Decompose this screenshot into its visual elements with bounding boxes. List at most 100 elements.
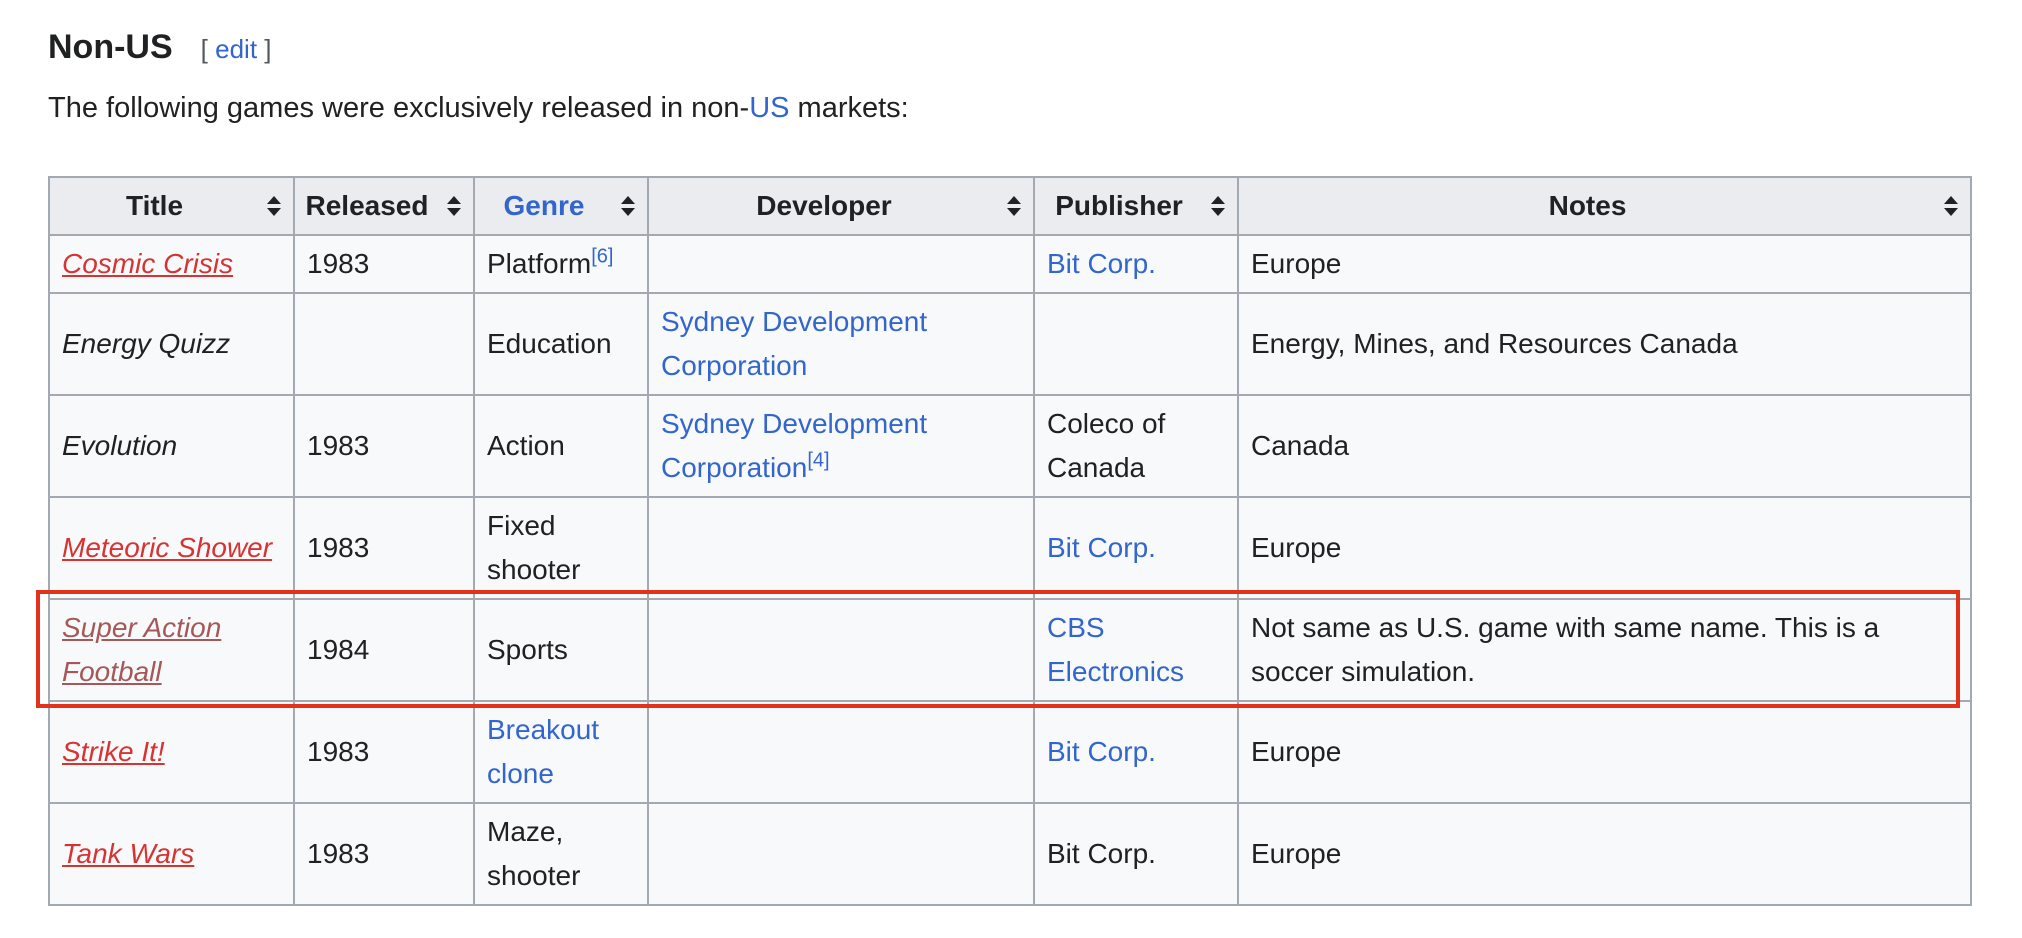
header-label: Notes bbox=[1548, 190, 1627, 221]
developer-link[interactable]: Sydney Development Corporation bbox=[661, 306, 927, 381]
article-section: Non-US [ edit ] The following games were… bbox=[0, 0, 2022, 938]
publisher-link[interactable]: Bit Corp. bbox=[1047, 532, 1156, 563]
reference-link[interactable]: [6] bbox=[591, 246, 613, 268]
title-link[interactable]: Cosmic Crisis bbox=[62, 248, 233, 279]
reference-link[interactable]: [4] bbox=[807, 450, 829, 472]
edit-bracket-open: [ bbox=[200, 34, 208, 64]
cell-released: 1983 bbox=[293, 394, 475, 498]
column-header-publisher[interactable]: Publisher bbox=[1033, 176, 1239, 236]
cell-developer: Sydney Development Corporation[4] bbox=[647, 394, 1035, 498]
genre-text: Action bbox=[487, 430, 565, 461]
cell-released: 1983 bbox=[293, 802, 475, 906]
edit-section: [ edit ] bbox=[201, 34, 272, 65]
column-header-released[interactable]: Released bbox=[293, 176, 475, 236]
publisher-link[interactable]: Bit Corp. bbox=[1047, 248, 1156, 279]
cell-genre: Platform[6] bbox=[473, 234, 649, 294]
cell-notes: Canada bbox=[1237, 394, 1972, 498]
genre-text: Fixed shooter bbox=[487, 510, 581, 585]
edit-link[interactable]: edit bbox=[215, 34, 257, 64]
cell-released: 1983 bbox=[293, 700, 475, 804]
cell-developer: Sydney Development Corporation bbox=[647, 292, 1035, 396]
cell-released: 1984 bbox=[293, 598, 475, 702]
table-row: Energy Quizz Education Sydney Developmen… bbox=[48, 292, 1972, 396]
column-header-developer[interactable]: Developer bbox=[647, 176, 1035, 236]
cell-publisher bbox=[1033, 292, 1239, 396]
table-row: Tank Wars 1983 Maze, shooter Bit Corp. E… bbox=[48, 802, 1972, 906]
cell-genre: Education bbox=[473, 292, 649, 396]
table-row: Meteoric Shower 1983 Fixed shooter Bit C… bbox=[48, 496, 1972, 600]
cell-genre: Breakout clone bbox=[473, 700, 649, 804]
section-title: Non-US bbox=[48, 28, 173, 66]
title-link[interactable]: Meteoric Shower bbox=[62, 532, 272, 563]
cell-developer bbox=[647, 496, 1035, 600]
cell-released: 1983 bbox=[293, 496, 475, 600]
column-header-genre[interactable]: Genre bbox=[473, 176, 649, 236]
sort-icon[interactable] bbox=[267, 196, 281, 216]
us-link[interactable]: US bbox=[749, 92, 789, 124]
cell-genre: Action bbox=[473, 394, 649, 498]
cell-notes: Europe bbox=[1237, 802, 1972, 906]
section-heading: Non-US [ edit ] bbox=[48, 28, 272, 72]
genre-text: Maze, shooter bbox=[487, 816, 581, 891]
header-label: Released bbox=[305, 190, 429, 221]
publisher-link[interactable]: CBS Electronics bbox=[1047, 612, 1184, 687]
sort-icon[interactable] bbox=[1007, 196, 1021, 216]
cell-title: Strike It! bbox=[48, 700, 295, 804]
cell-title: Energy Quizz bbox=[48, 292, 295, 396]
title-link[interactable]: Super Action Football bbox=[62, 612, 221, 687]
cell-publisher: Bit Corp. bbox=[1033, 802, 1239, 906]
cell-genre: Maze, shooter bbox=[473, 802, 649, 906]
cell-notes: Europe bbox=[1237, 496, 1972, 600]
cell-developer bbox=[647, 234, 1035, 294]
cell-released: 1983 bbox=[293, 234, 475, 294]
header-label: Title bbox=[125, 190, 184, 221]
intro-text-before: The following games were exclusively rel… bbox=[48, 92, 750, 124]
header-label: Publisher bbox=[1055, 190, 1183, 221]
cell-title: Tank Wars bbox=[48, 802, 295, 906]
sort-icon[interactable] bbox=[1944, 196, 1958, 216]
cell-notes: Not same as U.S. game with same name. Th… bbox=[1237, 598, 1972, 702]
intro-text-after: markets: bbox=[789, 92, 909, 124]
genre-link[interactable]: Breakout clone bbox=[487, 714, 599, 789]
table-row: Cosmic Crisis 1983 Platform[6] Bit Corp.… bbox=[48, 234, 1972, 294]
edit-bracket-close: ] bbox=[264, 34, 272, 64]
cell-title: Meteoric Shower bbox=[48, 496, 295, 600]
cell-notes: Europe bbox=[1237, 234, 1972, 294]
genre-text: Education bbox=[487, 328, 612, 359]
column-header-notes[interactable]: Notes bbox=[1237, 176, 1972, 236]
publisher-link[interactable]: Bit Corp. bbox=[1047, 736, 1156, 767]
title-text: Evolution bbox=[62, 430, 178, 461]
table-header-row: Title Released Genre Developer Publisher… bbox=[48, 176, 1972, 236]
column-header-title[interactable]: Title bbox=[48, 176, 295, 236]
sort-icon[interactable] bbox=[1211, 196, 1225, 216]
cell-developer bbox=[647, 700, 1035, 804]
cell-title: Cosmic Crisis bbox=[48, 234, 295, 294]
genre-text: Sports bbox=[487, 634, 568, 665]
cell-publisher: Coleco of Canada bbox=[1033, 394, 1239, 498]
header-label: Developer bbox=[756, 190, 892, 221]
cell-genre: Sports bbox=[473, 598, 649, 702]
header-genre-link[interactable]: Genre bbox=[504, 190, 585, 221]
title-text: Energy Quizz bbox=[62, 328, 231, 359]
cell-publisher: Bit Corp. bbox=[1033, 234, 1239, 294]
table-row: Super Action Football 1984 Sports CBS El… bbox=[48, 598, 1972, 702]
cell-publisher: Bit Corp. bbox=[1033, 700, 1239, 804]
sort-icon[interactable] bbox=[447, 196, 461, 216]
cell-publisher: Bit Corp. bbox=[1033, 496, 1239, 600]
title-link[interactable]: Strike It! bbox=[62, 736, 165, 767]
cell-released bbox=[293, 292, 475, 396]
table-row: Evolution 1983 Action Sydney Development… bbox=[48, 394, 1972, 498]
developer-link[interactable]: Sydney Development Corporation bbox=[661, 408, 927, 483]
cell-developer bbox=[647, 598, 1035, 702]
cell-developer bbox=[647, 802, 1035, 906]
intro-paragraph: The following games were exclusively rel… bbox=[48, 92, 909, 125]
title-link[interactable]: Tank Wars bbox=[62, 838, 194, 869]
cell-notes: Europe bbox=[1237, 700, 1972, 804]
games-table: Title Released Genre Developer Publisher… bbox=[48, 176, 1972, 906]
genre-text: Platform bbox=[487, 248, 592, 279]
table-row: Strike It! 1983 Breakout clone Bit Corp.… bbox=[48, 700, 1972, 804]
sort-icon[interactable] bbox=[621, 196, 635, 216]
cell-genre: Fixed shooter bbox=[473, 496, 649, 600]
cell-title: Super Action Football bbox=[48, 598, 295, 702]
cell-title: Evolution bbox=[48, 394, 295, 498]
